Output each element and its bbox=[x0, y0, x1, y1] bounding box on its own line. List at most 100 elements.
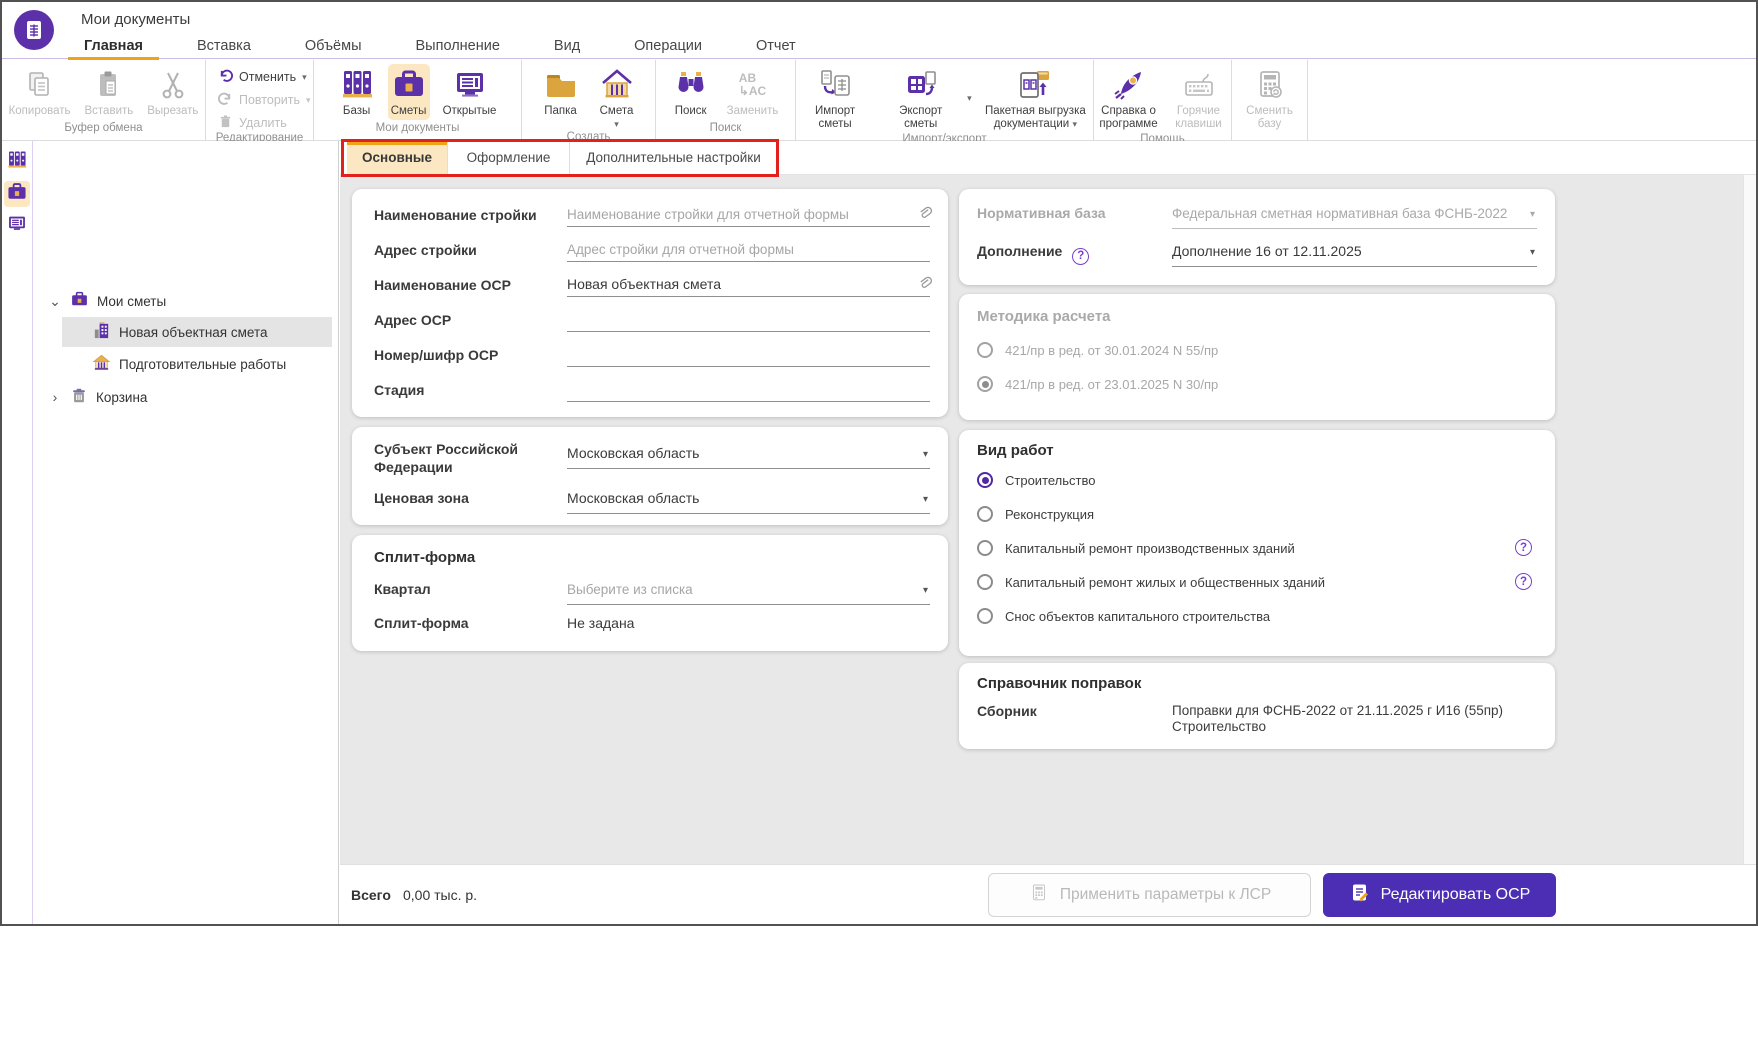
briefcase-small-icon bbox=[6, 181, 28, 208]
hotkeys-button[interactable]: Горячие клавиши bbox=[1168, 64, 1230, 133]
binoculars-icon bbox=[673, 66, 709, 104]
ribbon-tab-volumes[interactable]: Объёмы bbox=[301, 38, 366, 54]
radio-unchecked-icon[interactable] bbox=[977, 342, 993, 358]
construction-name-label: Наименование стройки bbox=[374, 207, 564, 225]
batch-export-button[interactable]: Пакетная выгрузка документации ▾ bbox=[978, 64, 1093, 133]
radio-unchecked-icon[interactable] bbox=[977, 540, 993, 556]
scrollbar-track[interactable] bbox=[1743, 175, 1756, 864]
opened-documents-icon bbox=[452, 66, 488, 104]
ribbon-tab-home[interactable]: Главная bbox=[80, 38, 147, 54]
radio-unchecked-icon[interactable] bbox=[977, 574, 993, 590]
cut-button[interactable]: Вырезать bbox=[144, 64, 201, 120]
rail-estimates-button[interactable] bbox=[4, 181, 30, 207]
radio-unchecked-icon[interactable] bbox=[977, 506, 993, 522]
construction-address-input[interactable] bbox=[567, 238, 930, 260]
trash-icon bbox=[218, 114, 233, 132]
ribbon-group-clipboard: Копировать Вставить Вырезать Буфер обмен… bbox=[2, 60, 206, 140]
chevron-right-icon[interactable]: › bbox=[48, 389, 62, 405]
residential-repair-help-icon[interactable]: ? bbox=[1515, 573, 1532, 590]
about-button[interactable]: Справка о программе bbox=[1096, 64, 1162, 133]
construction-name-input[interactable] bbox=[567, 203, 930, 225]
work-type-option-reconstruction[interactable]: Реконструкция bbox=[977, 506, 1094, 522]
edit-osr-button[interactable]: Редактировать ОСР bbox=[1323, 873, 1556, 917]
supplement-help-icon[interactable]: ? bbox=[1072, 248, 1089, 265]
radio-checked-icon[interactable] bbox=[977, 472, 993, 488]
quarter-label: Квартал bbox=[374, 581, 564, 599]
create-folder-button[interactable]: Папка bbox=[540, 64, 582, 120]
paste-button[interactable]: Вставить bbox=[82, 64, 137, 120]
price-zone-select[interactable]: Московская область ▾ bbox=[567, 490, 930, 514]
replace-button[interactable]: AB↳AC Заменить bbox=[724, 64, 782, 120]
tree-item-my-estimates[interactable]: ⌄ Мои сметы bbox=[48, 286, 166, 316]
group-caption-clipboard: Буфер обмена bbox=[2, 122, 205, 140]
export-estimate-dropdown-icon[interactable]: ▾ bbox=[967, 94, 972, 103]
building-icon bbox=[92, 321, 111, 343]
stage-input[interactable] bbox=[567, 378, 930, 400]
work-type-option-residential-repair[interactable]: Капитальный ремонт жилых и общественных … bbox=[977, 574, 1325, 590]
search-button[interactable]: Поиск bbox=[670, 64, 712, 120]
split-value-label: Сплит-форма bbox=[374, 615, 564, 633]
ribbon-tab-operations[interactable]: Операции bbox=[630, 38, 706, 54]
import-estimate-button[interactable]: Импорт сметы bbox=[796, 64, 874, 133]
estimates-button[interactable]: Сметы bbox=[388, 64, 430, 120]
work-type-option-construction[interactable]: Строительство bbox=[977, 472, 1095, 488]
split-form-value: Не задана bbox=[567, 615, 634, 631]
ribbon-group-editing: Отменить ▾ Повторить ▾ Удалить Редактиро… bbox=[206, 60, 314, 140]
ribbon-tab-report[interactable]: Отчет bbox=[752, 38, 800, 54]
total-label: Всего bbox=[351, 887, 391, 903]
osr-number-input[interactable] bbox=[567, 343, 930, 365]
ribbon-tab-view[interactable]: Вид bbox=[550, 38, 584, 54]
copy-button[interactable]: Копировать bbox=[6, 64, 74, 120]
stage-label: Стадия bbox=[374, 382, 564, 400]
tab-design[interactable]: Оформление bbox=[448, 141, 570, 174]
osr-name-input[interactable] bbox=[567, 273, 930, 295]
ribbon-tab-insert[interactable]: Вставка bbox=[193, 38, 255, 54]
method-option-1[interactable]: 421/пр в ред. от 30.01.2024 N 55/пр bbox=[977, 342, 1218, 358]
undo-button[interactable]: Отменить ▾ bbox=[218, 68, 303, 86]
work-type-option-demolition[interactable]: Снос объектов капитального строительства bbox=[977, 608, 1270, 624]
calculator-icon bbox=[1252, 66, 1288, 104]
ribbon-tab-execution[interactable]: Выполнение bbox=[412, 38, 504, 54]
window-title: Мои документы bbox=[81, 11, 190, 28]
attachment-paperclip-icon[interactable] bbox=[917, 205, 932, 225]
osr-address-input[interactable] bbox=[567, 308, 930, 330]
rail-bases-button[interactable] bbox=[4, 149, 30, 175]
redo-dropdown-icon[interactable]: ▾ bbox=[306, 96, 311, 105]
osr-name-field bbox=[567, 273, 930, 297]
tree-item-preparatory-works[interactable]: Подготовительные работы bbox=[92, 349, 286, 379]
export-estimate-button[interactable]: Экспорт сметы bbox=[880, 64, 961, 133]
construction-address-label: Адрес стройки bbox=[374, 242, 564, 260]
chevron-down-icon[interactable]: ⌄ bbox=[48, 293, 62, 310]
change-base-button[interactable]: Сменить базу bbox=[1239, 64, 1301, 133]
batch-export-dropdown-icon[interactable]: ▾ bbox=[1072, 119, 1077, 129]
work-type-option-industrial-repair[interactable]: Капитальный ремонт производственных здан… bbox=[977, 540, 1295, 556]
left-icon-rail bbox=[2, 141, 33, 924]
bases-button[interactable]: Базы bbox=[336, 64, 378, 120]
radio-unchecked-icon[interactable] bbox=[977, 608, 993, 624]
industrial-repair-help-icon[interactable]: ? bbox=[1515, 539, 1532, 556]
dropdown-arrow-icon: ▾ bbox=[923, 494, 928, 505]
undo-dropdown-icon[interactable]: ▾ bbox=[302, 73, 307, 82]
attachment-paperclip-icon[interactable] bbox=[917, 275, 932, 295]
tree-item-new-object-estimate[interactable]: Новая объектная смета bbox=[92, 317, 267, 347]
batch-export-icon bbox=[1015, 66, 1055, 104]
redo-button[interactable]: Повторить ▾ bbox=[218, 91, 303, 109]
group-caption-base bbox=[1232, 133, 1307, 140]
region-select[interactable]: Московская область ▾ bbox=[567, 445, 930, 469]
create-estimate-button[interactable]: Смета ▾ bbox=[596, 64, 638, 131]
rail-opened-button[interactable] bbox=[4, 213, 30, 239]
tab-main-settings[interactable]: Основные bbox=[347, 141, 448, 174]
apply-parameters-button[interactable]: Применить параметры к ЛСР bbox=[988, 873, 1311, 917]
radio-checked-icon[interactable] bbox=[977, 376, 993, 392]
create-estimate-dropdown-icon[interactable]: ▾ bbox=[614, 120, 619, 129]
quarter-select[interactable]: Выберите из списка ▾ bbox=[567, 581, 930, 605]
delete-button[interactable]: Удалить bbox=[218, 114, 303, 132]
opened-button[interactable]: Открытые bbox=[440, 64, 500, 120]
card-work-type: Вид работ Строительство Реконструкция Ка… bbox=[959, 430, 1555, 656]
estimate-house-icon bbox=[599, 66, 635, 104]
tree-item-recycle-bin[interactable]: › Корзина bbox=[48, 382, 147, 412]
method-option-2[interactable]: 421/пр в ред. от 23.01.2025 N 30/пр bbox=[977, 376, 1218, 392]
briefcase-tree-icon bbox=[70, 290, 89, 312]
tab-advanced-settings[interactable]: Дополнительные настройки bbox=[570, 141, 778, 174]
supplement-select[interactable]: Дополнение 16 от 12.11.2025 ▾ bbox=[1172, 243, 1537, 267]
